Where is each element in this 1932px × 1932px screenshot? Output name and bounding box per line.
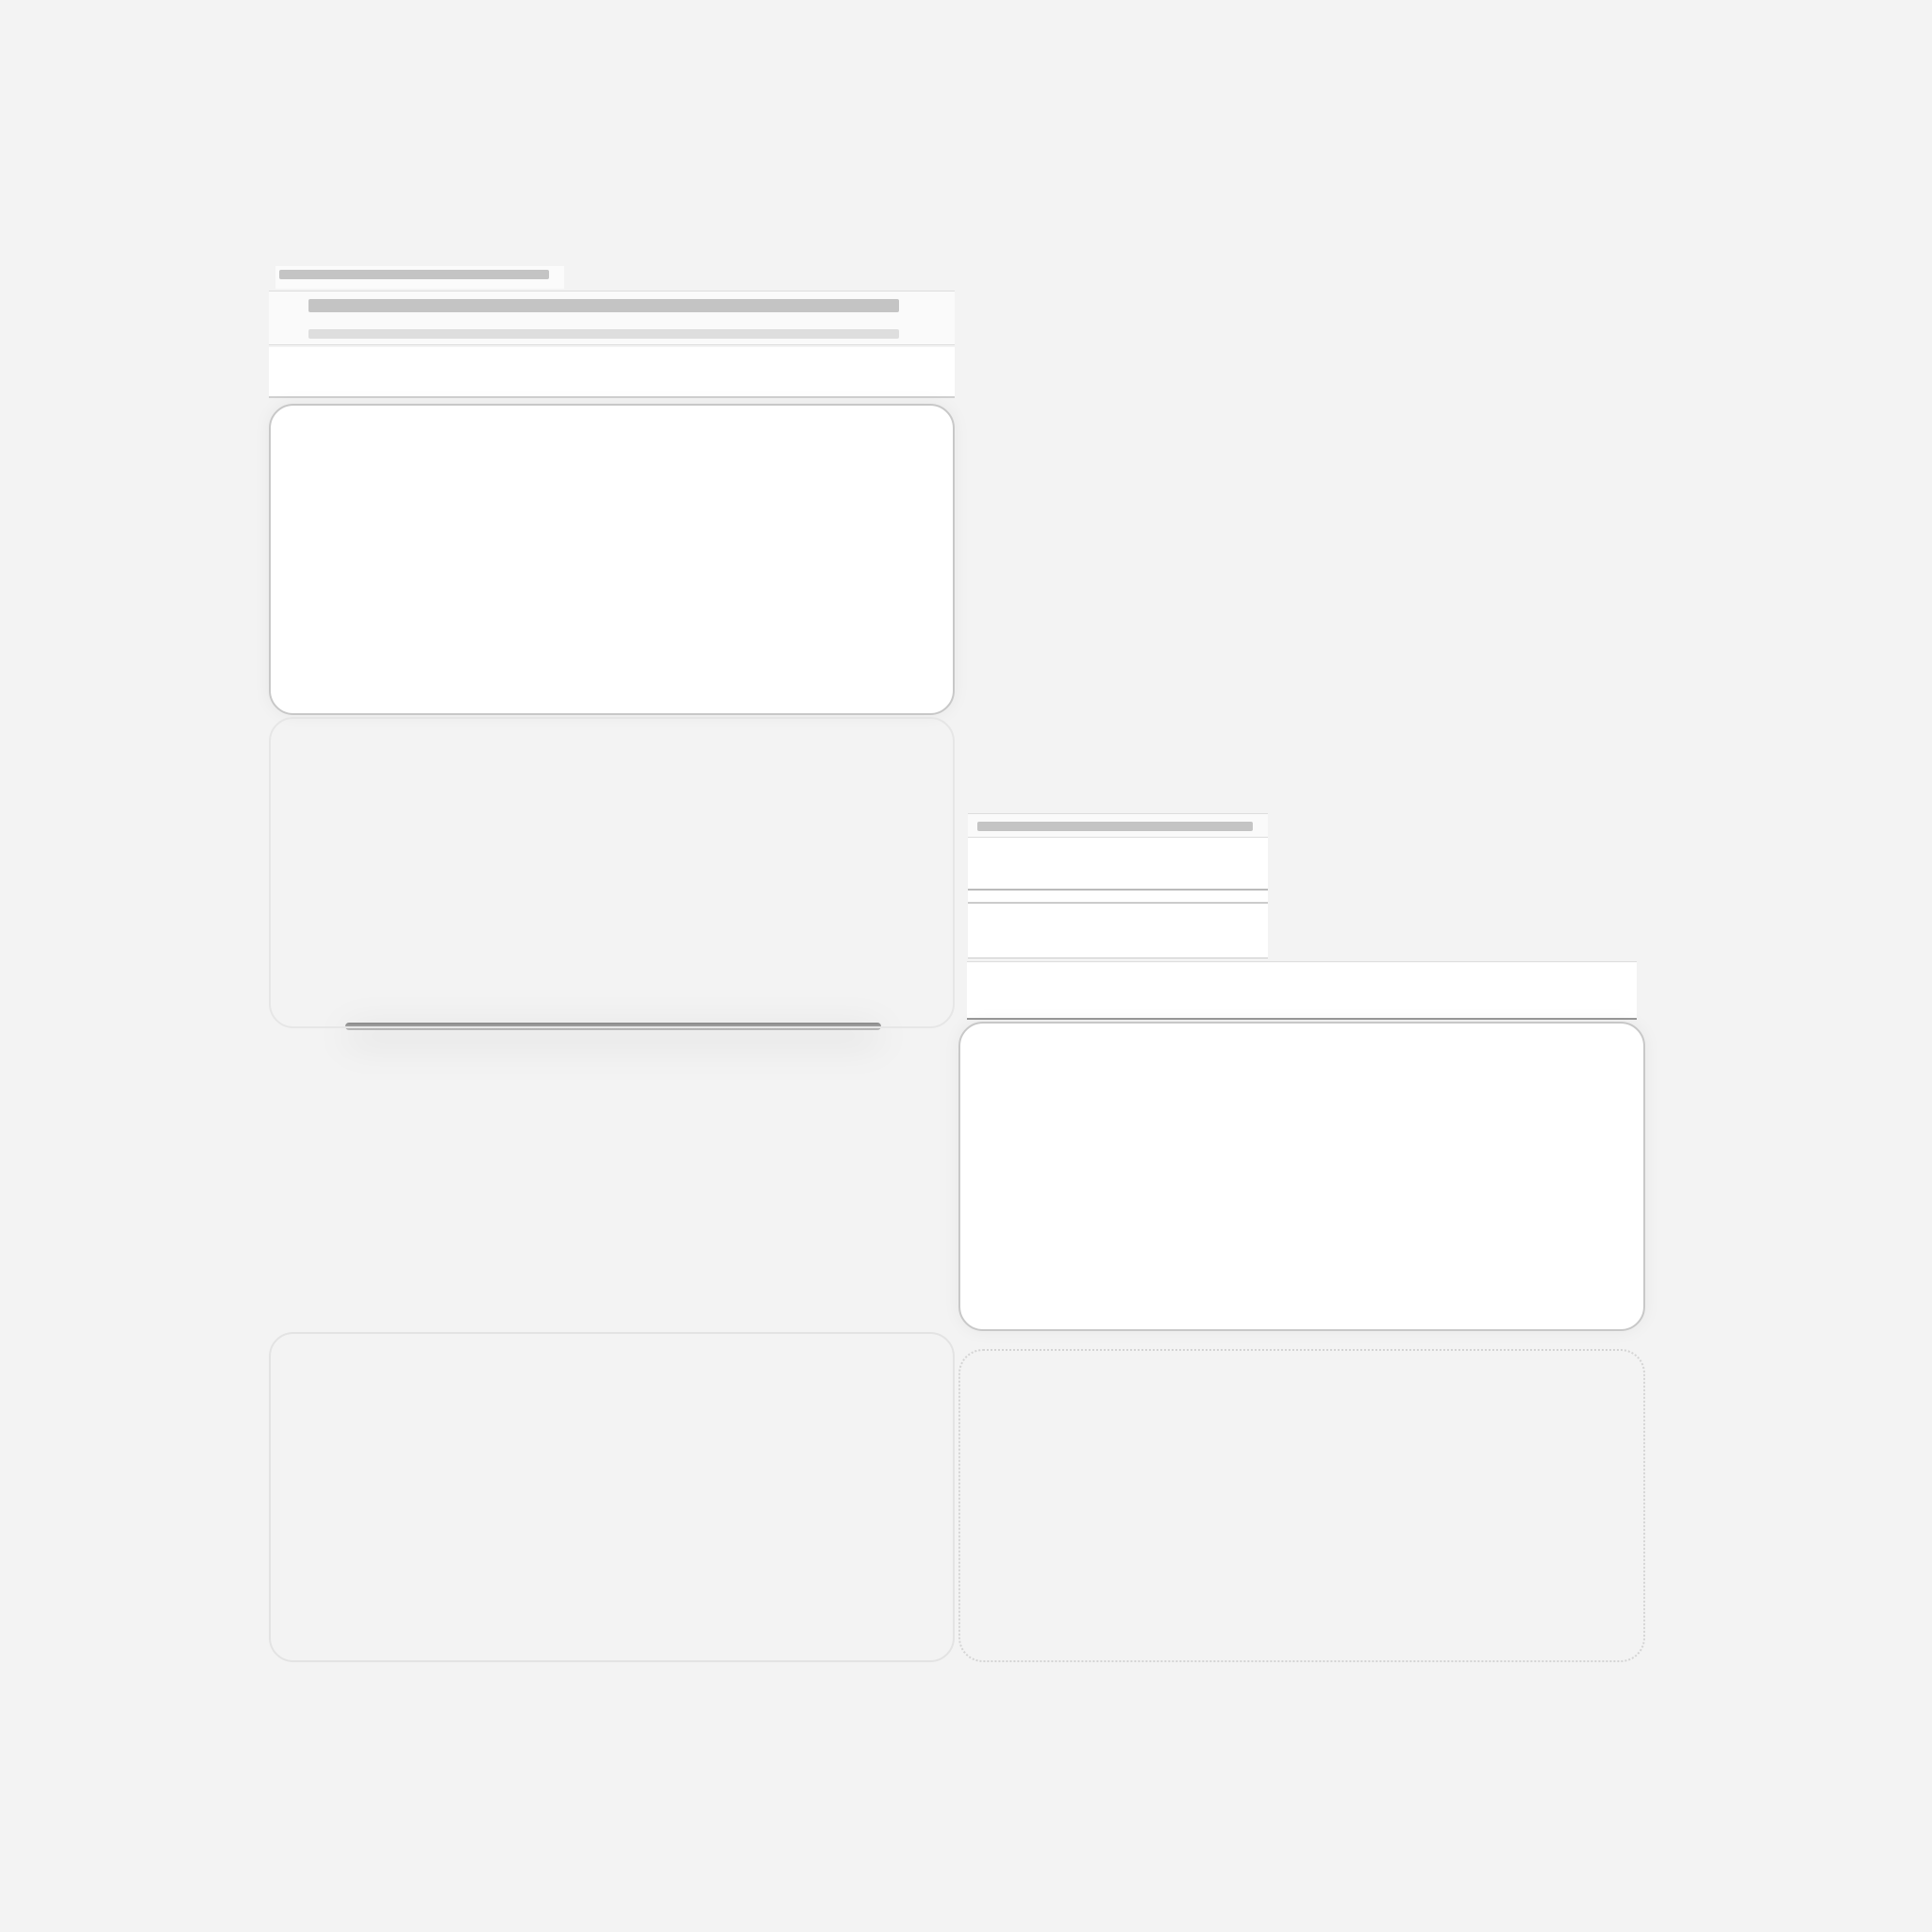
right-panel-tab-label [977, 822, 1253, 831]
right-panel-tab[interactable] [968, 813, 1268, 838]
left-panel-tab[interactable] [275, 266, 564, 289]
left-panel-tab-label [279, 270, 549, 279]
left-header-subtext-line [308, 329, 899, 339]
right-list-row[interactable] [968, 902, 1268, 904]
left-content-card[interactable] [269, 404, 955, 715]
right-panel-list [968, 838, 1268, 958]
right-outline-card [958, 1349, 1645, 1662]
left-panel-header [269, 291, 955, 345]
left-header-text-line [308, 299, 899, 312]
left-outline-card-upper [269, 717, 955, 1028]
right-list-row[interactable] [968, 889, 1268, 891]
left-outline-card-lower [269, 1332, 955, 1662]
left-panel-toolbar [269, 347, 955, 398]
right-panel-header [967, 961, 1637, 1020]
right-content-card[interactable] [958, 1022, 1645, 1331]
